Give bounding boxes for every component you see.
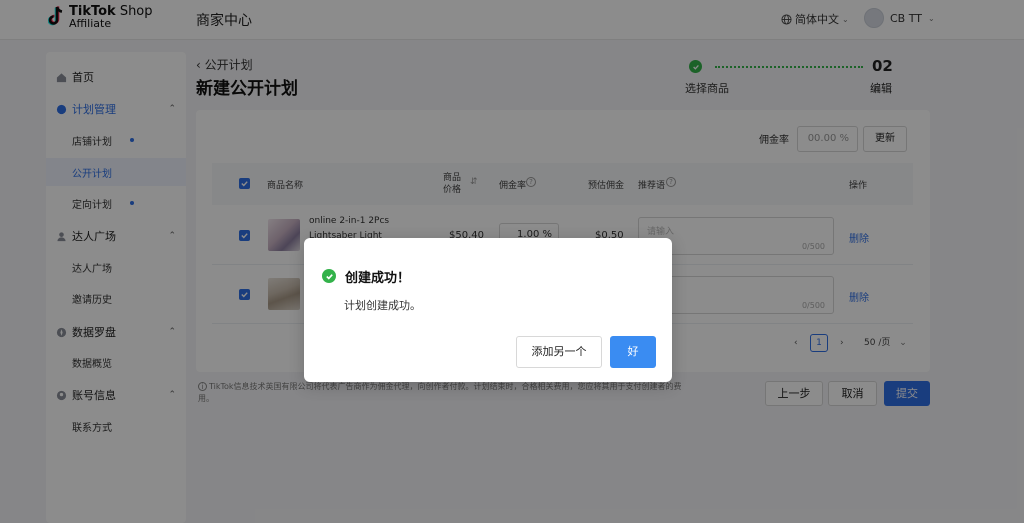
- dialog-title: 创建成功！: [345, 271, 411, 286]
- ok-button[interactable]: 好: [610, 336, 656, 368]
- success-check-icon: [322, 269, 336, 283]
- dialog-message: 计划创建成功。: [344, 299, 421, 312]
- add-another-button[interactable]: 添加另一个: [516, 336, 602, 368]
- success-dialog: 创建成功！ 计划创建成功。 添加另一个 好: [304, 238, 672, 382]
